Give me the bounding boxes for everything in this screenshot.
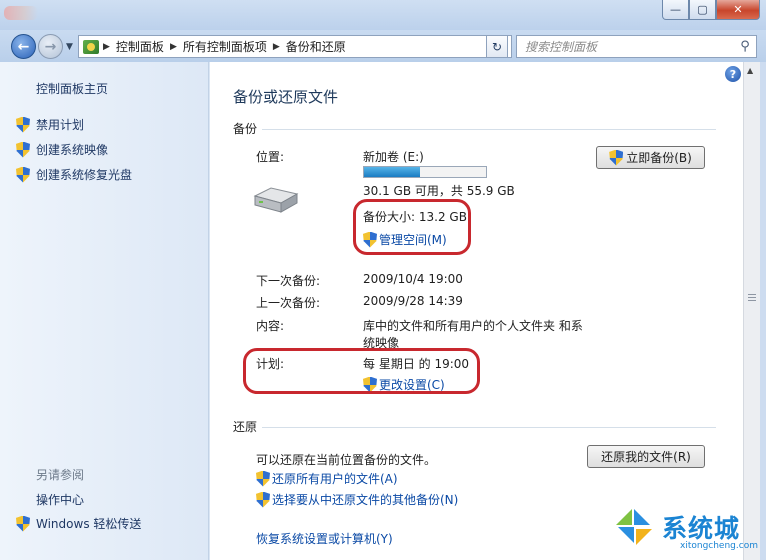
forward-arrow-icon[interactable]: → xyxy=(38,34,63,59)
disk-usage-bar xyxy=(363,166,487,178)
see-also-heading: 另请参阅 xyxy=(36,468,85,482)
watermark-brand: 系统城 xyxy=(662,514,741,543)
restore-my-files-button[interactable]: 还原我的文件(R) xyxy=(587,445,705,468)
navigation-bar: ← → ▼ ▶ 控制面板 ▶ 所有控制面板项 ▶ 备份和还原 ▼ ↻ 搜索控制面… xyxy=(0,30,766,62)
sidebar-link-easy-transfer[interactable]: Windows 轻松传送 xyxy=(16,515,141,532)
restore-all-users-link[interactable]: 还原所有用户的文件(A) xyxy=(256,470,398,487)
shield-icon xyxy=(256,471,270,487)
main-content: ? 备份或还原文件 备份 位置: 新加卷 (E:) 30.1 GB 可用，共 5… xyxy=(210,62,743,560)
section-divider xyxy=(262,427,716,428)
title-bar: — ▢ ✕ xyxy=(0,0,766,30)
select-other-backup-link[interactable]: 选择要从中还原文件的其他备份(N) xyxy=(256,491,458,508)
shield-icon xyxy=(609,150,623,166)
maximize-icon[interactable]: ▢ xyxy=(689,0,716,20)
shield-icon xyxy=(16,142,30,158)
restore-description: 可以还原在当前位置备份的文件。 xyxy=(256,453,437,467)
sidebar-item-create-repair-disc[interactable]: 创建系统修复光盘 xyxy=(16,166,132,183)
refresh-icon[interactable]: ↻ xyxy=(486,35,508,58)
sidebar-control-panel-home[interactable]: 控制面板主页 xyxy=(36,80,108,97)
window-border xyxy=(760,62,766,560)
recover-system-label: 恢复系统设置或计算机(Y) xyxy=(256,532,393,546)
hard-drive-icon xyxy=(253,187,299,213)
shield-icon xyxy=(16,516,30,532)
sidebar-item-label: Windows 轻松传送 xyxy=(36,517,142,531)
breadcrumb-separator-icon[interactable]: ▶ xyxy=(103,42,110,52)
free-space-text: 30.1 GB 可用，共 55.9 GB xyxy=(363,184,515,198)
watermark: 系统城 xitongcheng.com xyxy=(612,505,766,560)
shield-icon xyxy=(16,167,30,183)
contents-value-line1: 库中的文件和所有用户的个人文件夹 和系 xyxy=(363,319,583,333)
address-bar[interactable]: ▶ 控制面板 ▶ 所有控制面板项 ▶ 备份和还原 ▼ xyxy=(78,35,512,58)
location-label: 位置: xyxy=(256,150,285,164)
location-value: 新加卷 (E:) xyxy=(363,150,424,164)
restore-all-users-label: 还原所有用户的文件(A) xyxy=(272,472,398,486)
sidebar-item-label: 禁用计划 xyxy=(36,118,85,132)
watermark-domain: xitongcheng.com xyxy=(680,541,758,551)
window-title-icon xyxy=(4,6,38,20)
backup-section-heading: 备份 xyxy=(233,122,258,136)
backup-now-label: 立即备份(B) xyxy=(626,151,692,165)
restore-my-files-label: 还原我的文件(R) xyxy=(601,450,691,464)
sidebar-link-action-center[interactable]: 操作中心 xyxy=(36,491,84,508)
vertical-scrollbar[interactable]: ▲ xyxy=(743,62,760,560)
sidebar-item-disable-schedule[interactable]: 禁用计划 xyxy=(16,116,84,133)
back-arrow-icon[interactable]: ← xyxy=(11,34,36,59)
recent-pages-dropdown-icon[interactable]: ▼ xyxy=(66,42,73,52)
backup-now-button[interactable]: 立即备份(B) xyxy=(596,146,705,169)
highlight-outline xyxy=(243,348,480,394)
breadcrumb-control-panel[interactable]: 控制面板 xyxy=(116,38,164,55)
breadcrumb-separator-icon[interactable]: ▶ xyxy=(273,42,280,52)
scrollbar-grip[interactable] xyxy=(748,294,756,302)
scroll-up-icon[interactable]: ▲ xyxy=(747,66,753,75)
minimize-icon[interactable]: — xyxy=(662,0,689,20)
page-title: 备份或还原文件 xyxy=(233,88,339,106)
breadcrumb-all-items[interactable]: 所有控制面板项 xyxy=(183,38,267,55)
highlight-outline xyxy=(353,199,471,255)
search-input[interactable]: 搜索控制面板 ⚲ xyxy=(516,35,757,58)
search-placeholder: 搜索控制面板 xyxy=(525,40,598,54)
control-panel-icon xyxy=(79,36,103,57)
select-other-backup-label: 选择要从中还原文件的其他备份(N) xyxy=(272,493,459,507)
section-divider xyxy=(262,129,716,130)
restore-section-heading: 还原 xyxy=(233,420,258,434)
search-icon[interactable]: ⚲ xyxy=(734,39,756,54)
breadcrumb-backup-restore[interactable]: 备份和还原 xyxy=(286,38,346,55)
window-controls: — ▢ ✕ xyxy=(662,0,760,20)
sidebar: 控制面板主页 禁用计划 创建系统映像 创建系统修复光盘 另请参阅 操作中心 Wi… xyxy=(0,62,209,560)
shield-icon xyxy=(16,117,30,133)
next-backup-label: 下一次备份: xyxy=(256,274,321,288)
disk-usage-fill xyxy=(364,167,421,177)
next-backup-value: 2009/10/4 19:00 xyxy=(363,272,463,286)
watermark-logo-icon xyxy=(616,509,652,545)
help-icon[interactable]: ? xyxy=(725,66,741,82)
last-backup-value: 2009/9/28 14:39 xyxy=(363,294,463,308)
recover-system-link[interactable]: 恢复系统设置或计算机(Y) xyxy=(256,530,393,547)
shield-icon xyxy=(256,492,270,508)
breadcrumb-separator-icon[interactable]: ▶ xyxy=(170,42,177,52)
close-icon[interactable]: ✕ xyxy=(716,0,760,20)
sidebar-item-create-system-image[interactable]: 创建系统映像 xyxy=(16,141,108,158)
contents-label: 内容: xyxy=(256,319,285,333)
sidebar-item-label: 创建系统映像 xyxy=(36,143,109,157)
last-backup-label: 上一次备份: xyxy=(256,296,321,310)
sidebar-item-label: 创建系统修复光盘 xyxy=(36,168,133,182)
